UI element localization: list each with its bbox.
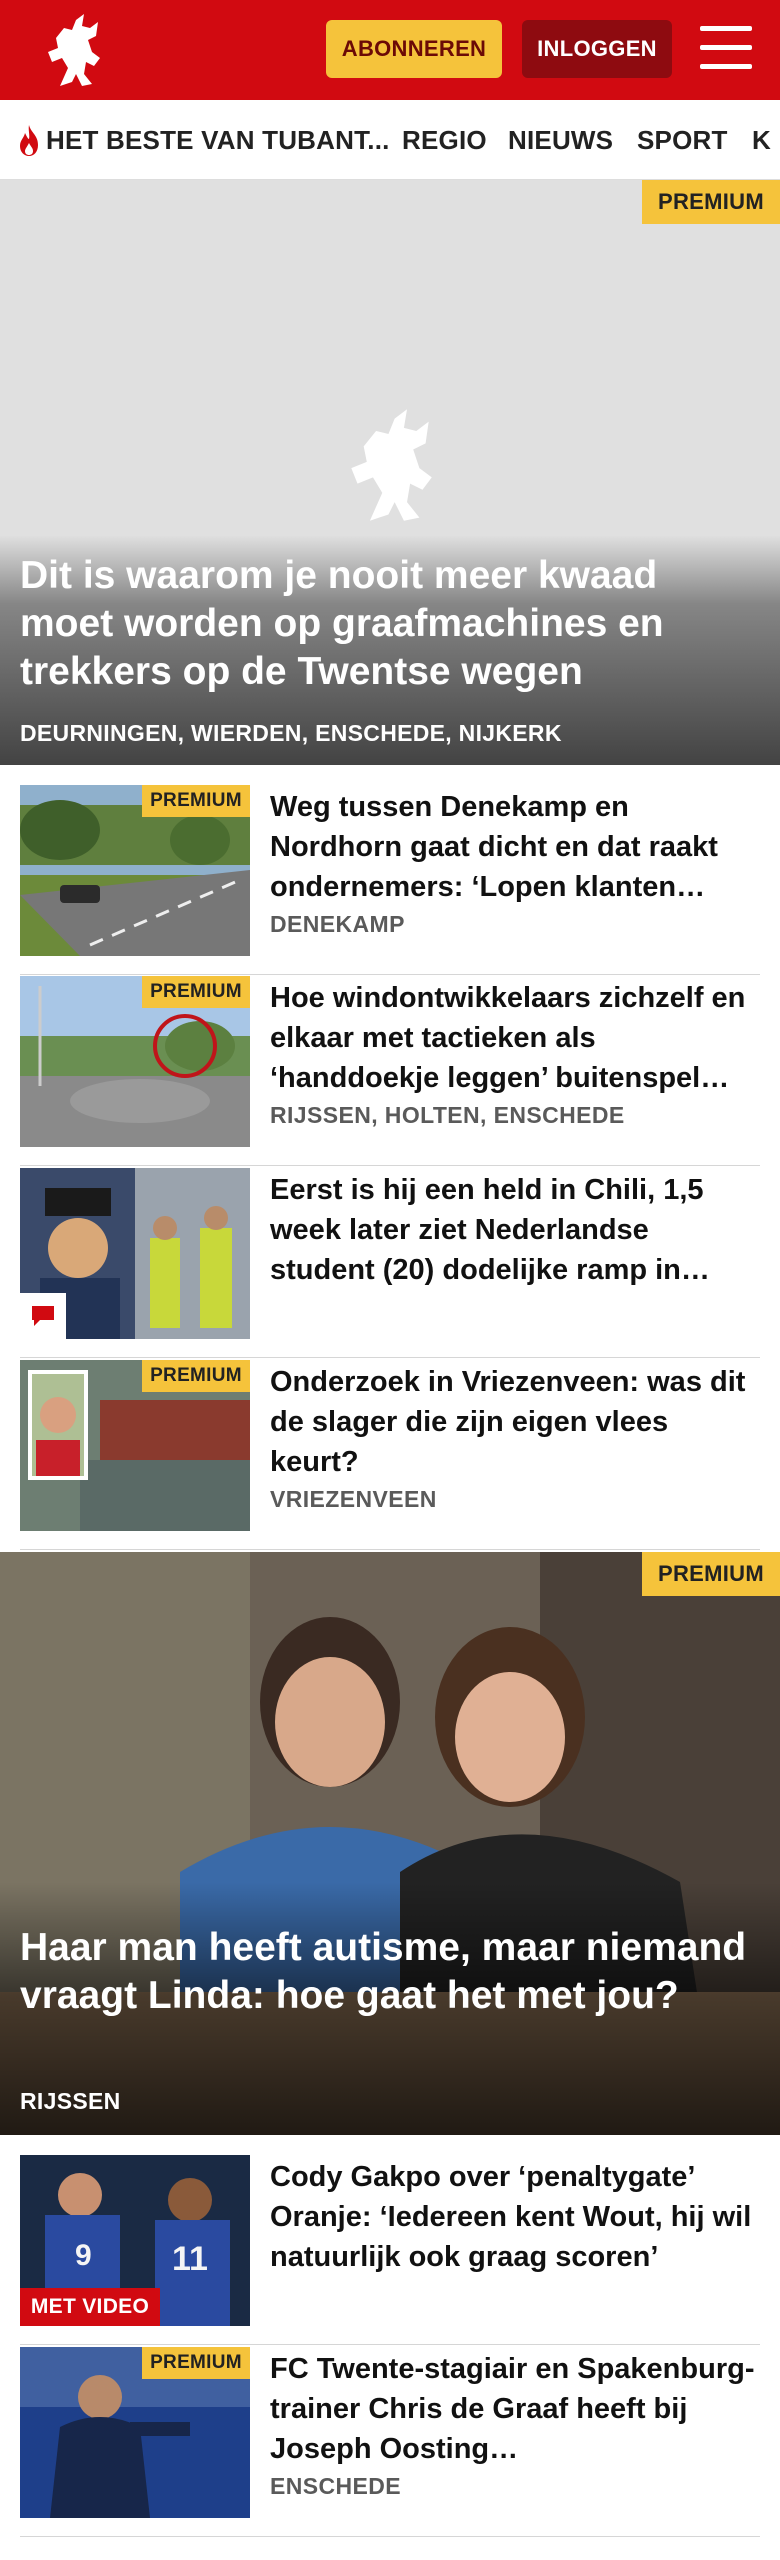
article-thumbnail: PREMIUM (20, 2347, 250, 2518)
list-item[interactable]: 9 11 MET VIDEO Cody Gakpo over ‘penaltyg… (20, 2155, 760, 2345)
article-thumbnail: PREMIUM (20, 976, 250, 1147)
article-thumbnail: PREMIUM (20, 1360, 250, 1531)
svg-text:9: 9 (75, 2239, 92, 2272)
login-button[interactable]: INLOGGEN (522, 20, 672, 78)
svg-text:11: 11 (172, 2240, 208, 2278)
nav-item-more[interactable]: K (752, 100, 771, 179)
placeholder-horse-logo (351, 409, 432, 521)
hero-location: RIJSSEN (20, 2088, 121, 2114)
list-item[interactable]: PREMIUM Weg tussen Denekamp en Nordhorn … (20, 785, 760, 975)
article-location: DENEKAMP (270, 911, 405, 937)
premium-badge: PREMIUM (642, 1552, 780, 1596)
nav-label: HET BESTE VAN TUBANT... (46, 124, 390, 155)
premium-badge: PREMIUM (142, 976, 250, 1008)
hero-location: DEURNINGEN, WIERDEN, ENSCHEDE, NIJKERK (20, 720, 562, 746)
premium-badge: PREMIUM (142, 1360, 250, 1392)
article-location: RIJSSEN, HOLTEN, ENSCHEDE (270, 1102, 625, 1128)
list-item[interactable]: PREMIUM FC Twente-stagiair en Spakenburg… (20, 2347, 760, 2537)
premium-badge: PREMIUM (642, 180, 780, 224)
site-header: ABONNEREN INLOGGEN (0, 0, 780, 100)
subscribe-button[interactable]: ABONNEREN (326, 20, 502, 78)
premium-badge: PREMIUM (142, 2347, 250, 2379)
nav-item-best-of[interactable]: HET BESTE VAN TUBANT... (16, 100, 390, 179)
flame-icon (20, 125, 38, 156)
article-thumbnail (20, 1168, 250, 1339)
article-location: ENSCHEDE (270, 2473, 402, 2499)
article-location: VRIEZENVEEN (270, 1486, 437, 1512)
comment-icon (20, 1293, 66, 1339)
article-thumbnail: PREMIUM (20, 785, 250, 956)
list-item[interactable]: Eerst is hij een held in Chili, 1,5 week… (20, 1168, 760, 1358)
article-headline[interactable]: Weg tussen Denekamp en Nordhorn gaat dic… (270, 787, 760, 907)
article-headline[interactable]: Cody Gakpo over ‘penaltygate’ Oranje: ‘I… (270, 2157, 760, 2277)
nav-item-sport[interactable]: SPORT (637, 100, 728, 179)
video-badge: MET VIDEO (20, 2288, 160, 2326)
article-headline[interactable]: Onderzoek in Vriezenveen: was dit de sla… (270, 1362, 760, 1482)
hero-article[interactable]: PREMIUM Dit is waarom je nooit meer kwaa… (0, 180, 780, 765)
hero-title[interactable]: Dit is waarom je nooit meer kwaad moet w… (20, 552, 750, 696)
section-nav: HET BESTE VAN TUBANT... REGIO NIEUWS SPO… (0, 100, 780, 180)
list-item[interactable]: PREMIUM Onderzoek in Vriezenveen: was di… (20, 1360, 760, 1550)
article-thumbnail: 9 11 MET VIDEO (20, 2155, 250, 2326)
premium-badge: PREMIUM (142, 785, 250, 817)
nav-item-regio[interactable]: REGIO (402, 100, 487, 179)
menu-icon[interactable] (700, 24, 752, 72)
article-headline[interactable]: Eerst is hij een held in Chili, 1,5 week… (270, 1170, 760, 1290)
hero-article[interactable]: PREMIUM Haar man heeft autisme, maar nie… (0, 1552, 780, 2135)
list-item[interactable]: PREMIUM Hoe windontwikkelaars zichzelf e… (20, 976, 760, 1166)
article-headline[interactable]: FC Twente-stagiair en Spakenburg-trainer… (270, 2349, 760, 2469)
hero-title[interactable]: Haar man heeft autisme, maar niemand vra… (20, 1924, 750, 2020)
article-headline[interactable]: Hoe windontwikkelaars zichzelf en elkaar… (270, 978, 760, 1098)
nav-item-nieuws[interactable]: NIEUWS (508, 100, 613, 179)
tubantia-horse-logo[interactable] (38, 8, 108, 92)
